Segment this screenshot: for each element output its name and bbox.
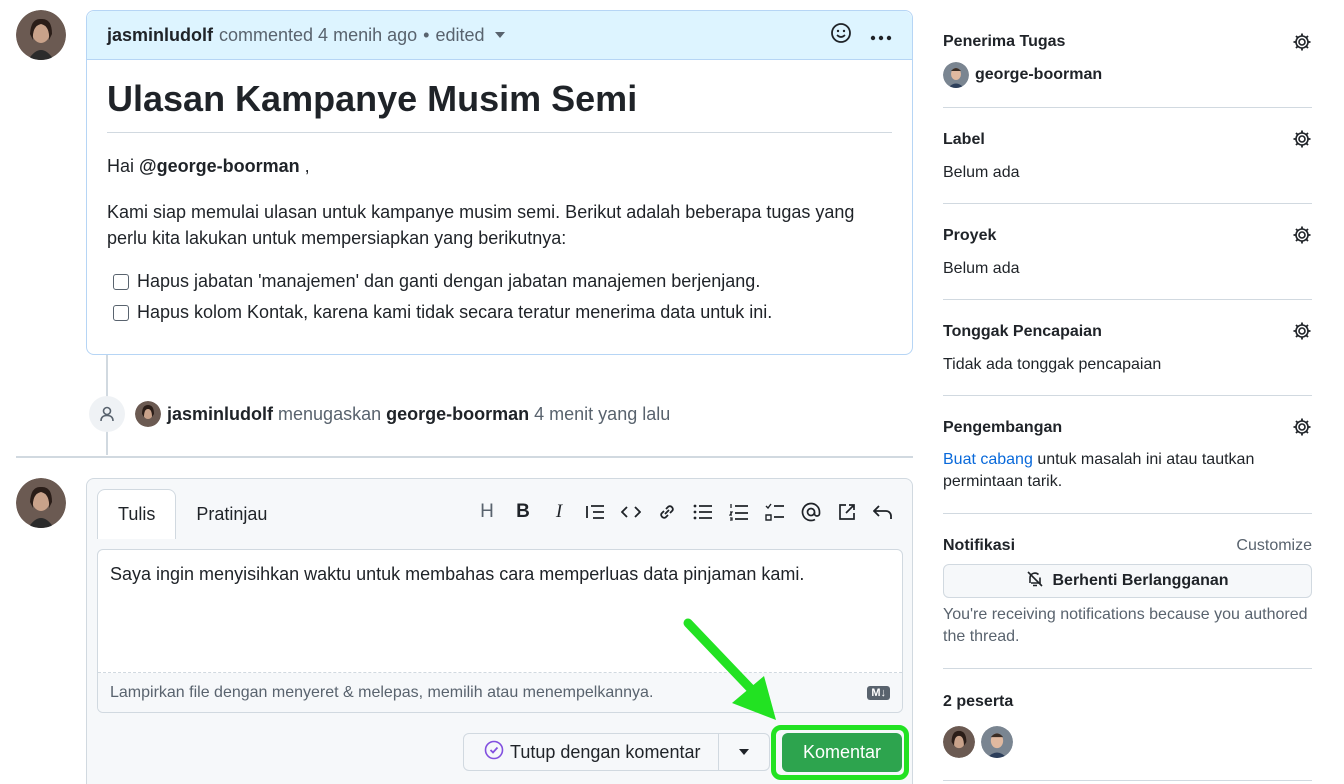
- bold-icon[interactable]: B: [512, 501, 534, 523]
- greeting: Hai @george-boorman ,: [107, 153, 892, 179]
- composer-tabs: Tulis Pratinjau: [97, 489, 287, 539]
- task-label: Hapus kolom Kontak, karena kami tidak se…: [137, 302, 773, 322]
- sidebar-development: Pengembangan Buat cabang untuk masalah i…: [943, 396, 1312, 514]
- task-label: Hapus jabatan 'manajemen' dan ganti deng…: [137, 271, 761, 291]
- participant-avatar[interactable]: [943, 726, 975, 758]
- greeting-suffix: ,: [304, 156, 310, 176]
- participant-avatar[interactable]: [981, 726, 1013, 758]
- task-item: Hapus jabatan 'manajemen' dan ganti deng…: [113, 271, 892, 292]
- issue-title: Ulasan Kampanye Musim Semi: [107, 78, 892, 133]
- timeline-assign-event: jasminludolf menugaskan george-boorman 4…: [89, 396, 670, 432]
- actor-avatar[interactable]: [135, 401, 161, 427]
- arrow-annotation-icon: [683, 618, 776, 720]
- close-with-comment-button[interactable]: Tutup dengan komentar: [464, 734, 720, 770]
- task-checkbox[interactable]: [113, 304, 129, 321]
- code-icon[interactable]: [620, 501, 642, 523]
- close-with-comment-group: Tutup dengan komentar: [463, 733, 771, 771]
- notifications-title: Notifikasi: [943, 537, 1016, 554]
- current-user-avatar[interactable]: [16, 478, 66, 528]
- gear-icon[interactable]: [1292, 129, 1312, 149]
- issue-closed-icon: [484, 740, 504, 765]
- comment-submit-button[interactable]: Komentar: [782, 733, 902, 772]
- link-icon[interactable]: [656, 501, 678, 523]
- task-item: Hapus kolom Kontak, karena kami tidak se…: [113, 302, 892, 323]
- undo-icon[interactable]: [872, 501, 894, 523]
- milestone-title[interactable]: Tonggak Pencapaian: [943, 323, 1102, 341]
- development-text: Buat cabang untuk masalah ini atau tautk…: [943, 449, 1273, 493]
- assignee-link[interactable]: george-boorman: [386, 404, 529, 425]
- smiley-icon[interactable]: [830, 22, 852, 49]
- participants-title: 2 peserta: [943, 693, 1014, 710]
- cross-reference-icon[interactable]: [836, 501, 858, 523]
- event-time: 4 menit yang lalu: [534, 403, 671, 424]
- edited-dropdown[interactable]: edited: [435, 24, 505, 46]
- close-options-button[interactable]: [719, 734, 769, 770]
- bell-slash-icon: [1026, 570, 1044, 593]
- author-avatar[interactable]: [16, 10, 66, 60]
- markdown-toolbar: H B I: [476, 501, 894, 523]
- kebab-menu-icon[interactable]: [870, 25, 892, 46]
- actor-link[interactable]: jasminludolf: [167, 404, 273, 425]
- chevron-down-icon: [739, 749, 750, 755]
- sidebar-labels: Label Belum ada: [943, 108, 1312, 204]
- quote-icon[interactable]: [584, 501, 606, 523]
- sidebar-notifications: Notifikasi Customize Berhenti Berlanggan…: [943, 514, 1312, 669]
- labels-value: Belum ada: [943, 164, 1020, 181]
- assignee-avatar: [943, 62, 969, 88]
- projects-value: Belum ada: [943, 260, 1020, 277]
- gear-icon[interactable]: [1292, 225, 1312, 245]
- notification-reason: You're receiving notifications because y…: [943, 606, 1308, 645]
- task-list-icon[interactable]: [764, 501, 786, 523]
- mention-icon[interactable]: [800, 501, 822, 523]
- comment-meta: commented 4 menih ago: [219, 24, 418, 45]
- gear-icon[interactable]: [1292, 32, 1312, 52]
- meta-separator: •: [423, 24, 430, 45]
- assignee-name: george-boorman: [975, 66, 1103, 83]
- create-branch-link[interactable]: Buat cabang: [943, 451, 1033, 468]
- unsubscribe-label: Berhenti Berlangganan: [1052, 572, 1229, 589]
- assignees-title[interactable]: Penerima Tugas: [943, 33, 1065, 51]
- issue-comment: jasminludolf commented 4 menih ago • edi…: [86, 10, 913, 355]
- chevron-down-icon: [494, 32, 505, 38]
- development-title[interactable]: Pengembangan: [943, 419, 1062, 437]
- edited-label: edited: [435, 24, 485, 45]
- sidebar-milestone: Tonggak Pencapaian Tidak ada tonggak pen…: [943, 300, 1312, 396]
- tab-write[interactable]: Tulis: [97, 489, 177, 539]
- heading-icon[interactable]: H: [476, 501, 498, 523]
- attach-hint: Lampirkan file dengan menyeret & melepas…: [110, 683, 654, 701]
- gear-icon[interactable]: [1292, 417, 1312, 437]
- customize-link[interactable]: Customize: [1236, 537, 1312, 555]
- numbered-list-icon[interactable]: [728, 501, 750, 523]
- tab-preview[interactable]: Pratinjau: [176, 489, 287, 539]
- comment-body-text: Kami siap memulai ulasan untuk kampanye …: [107, 202, 855, 248]
- gear-icon[interactable]: [1292, 321, 1312, 341]
- close-with-comment-label: Tutup dengan komentar: [510, 741, 701, 762]
- italic-icon[interactable]: I: [548, 501, 570, 523]
- greeting-prefix: Hai: [107, 156, 135, 176]
- person-icon: [89, 396, 125, 432]
- timeline-divider: [16, 456, 913, 458]
- markdown-icon[interactable]: M↓: [867, 685, 890, 700]
- sidebar-participants: 2 peserta: [943, 669, 1312, 781]
- comment-header: jasminludolf commented 4 menih ago • edi…: [87, 11, 912, 60]
- participant-list: [943, 726, 1013, 758]
- mention-link[interactable]: @george-boorman: [139, 156, 300, 176]
- milestone-value: Tidak ada tonggak pencapaian: [943, 356, 1162, 373]
- sidebar-projects: Proyek Belum ada: [943, 204, 1312, 300]
- assignee-item[interactable]: george-boorman: [943, 62, 1102, 88]
- bullet-list-icon[interactable]: [692, 501, 714, 523]
- comment-author-link[interactable]: jasminludolf: [107, 25, 213, 46]
- event-action: menugaskan: [278, 403, 382, 424]
- sidebar-assignees: Penerima Tugas george-boorman: [943, 0, 1312, 108]
- unsubscribe-button[interactable]: Berhenti Berlangganan: [943, 564, 1312, 598]
- labels-title[interactable]: Label: [943, 131, 985, 149]
- task-checkbox[interactable]: [113, 273, 129, 290]
- projects-title[interactable]: Proyek: [943, 227, 996, 245]
